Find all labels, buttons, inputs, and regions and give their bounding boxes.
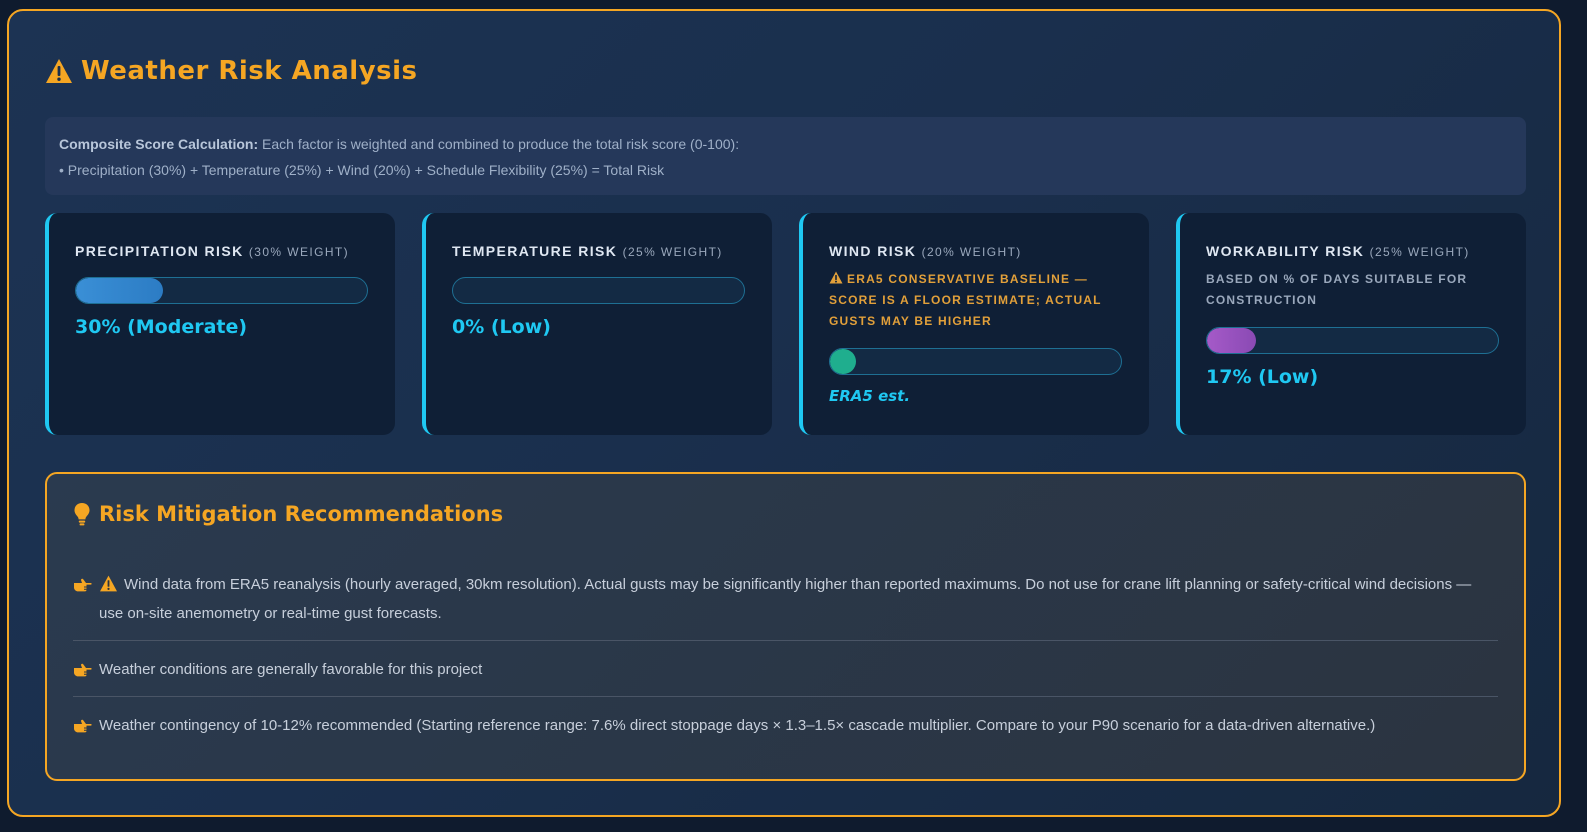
card-title-text: Workability Risk bbox=[1206, 243, 1365, 259]
recommendations-title: Risk Mitigation Recommendations bbox=[73, 502, 503, 526]
risk-progress-fill bbox=[830, 349, 856, 374]
list-item: Weather contingency of 10-12% recommende… bbox=[73, 697, 1498, 752]
precipitation-risk-card: Precipitation Risk (30% weight) 30% (Mod… bbox=[45, 213, 395, 435]
lightbulb-icon bbox=[74, 503, 90, 526]
weather-risk-panel: Weather Risk Analysis Composite Score Ca… bbox=[7, 9, 1561, 817]
workability-note: Based on % of days suitable for construc… bbox=[1206, 272, 1468, 307]
formula-description: Each factor is weighted and combined to … bbox=[258, 136, 740, 152]
wind-warning-text: ERA5 conservative baseline — score is a … bbox=[829, 272, 1102, 328]
recommendation-text: Weather conditions are generally favorab… bbox=[99, 661, 483, 678]
risk-value: 0% (Low) bbox=[452, 316, 551, 338]
recommendation-text: Weather contingency of 10-12% recommende… bbox=[99, 717, 1376, 734]
pointing-hand-icon bbox=[73, 655, 99, 684]
card-title: Temperature Risk (25% weight) bbox=[452, 243, 746, 259]
list-item: Wind data from ERA5 reanalysis (hourly a… bbox=[73, 566, 1498, 641]
workability-risk-card: Workability Risk (25% weight) Based on %… bbox=[1176, 213, 1526, 435]
recommendations-title-text: Risk Mitigation Recommendations bbox=[99, 502, 504, 526]
risk-value: 30% (Moderate) bbox=[75, 316, 248, 338]
risk-progress-fill bbox=[76, 278, 164, 303]
warning-icon bbox=[46, 59, 72, 83]
page-title: Weather Risk Analysis bbox=[45, 51, 418, 91]
card-weight: (25% weight) bbox=[1369, 245, 1470, 259]
risk-progress-bar bbox=[829, 348, 1122, 375]
formula-equation: • Precipitation (30%) + Temperature (25%… bbox=[59, 162, 665, 178]
warning-icon bbox=[100, 575, 117, 592]
card-title-text: Precipitation Risk bbox=[75, 243, 244, 259]
card-title-text: Wind Risk bbox=[829, 243, 917, 259]
card-title: Workability Risk (25% weight) bbox=[1206, 243, 1500, 259]
risk-value: 17% (Low) bbox=[1206, 366, 1319, 388]
pointing-hand-icon bbox=[73, 711, 99, 740]
risk-progress-fill bbox=[1207, 328, 1257, 353]
wind-risk-card: Wind Risk (20% weight) ERA5 conservative… bbox=[799, 213, 1149, 435]
formula-label: Composite Score Calculation: bbox=[59, 136, 259, 152]
risk-progress-bar bbox=[1206, 327, 1499, 354]
card-weight: (30% weight) bbox=[248, 245, 350, 259]
card-weight: (20% weight) bbox=[921, 245, 1022, 259]
risk-progress-bar bbox=[75, 277, 368, 304]
recommendation-text: Wind data from ERA5 reanalysis (hourly a… bbox=[99, 576, 1472, 622]
card-title: Wind Risk (20% weight) bbox=[829, 243, 1123, 259]
recommendations-list: Wind data from ERA5 reanalysis (hourly a… bbox=[73, 566, 1498, 752]
page-title-text: Weather Risk Analysis bbox=[81, 56, 418, 86]
risk-progress-bar bbox=[452, 277, 745, 304]
card-title: Precipitation Risk (30% weight) bbox=[75, 243, 369, 259]
card-weight: (25% weight) bbox=[622, 245, 723, 259]
composite-score-box: Composite Score Calculation: Each factor… bbox=[45, 117, 1526, 195]
wind-warning-note: ERA5 conservative baseline — score is a … bbox=[829, 269, 1123, 332]
list-item: Weather conditions are generally favorab… bbox=[73, 641, 1498, 697]
pointing-hand-icon bbox=[73, 570, 99, 599]
warning-icon bbox=[829, 271, 843, 284]
card-title-text: Temperature Risk bbox=[452, 243, 618, 259]
risk-mitigation-box: Risk Mitigation Recommendations Wind dat… bbox=[45, 472, 1526, 781]
risk-value: ERA5 est. bbox=[829, 387, 911, 405]
temperature-risk-card: Temperature Risk (25% weight) 0% (Low) bbox=[422, 213, 772, 435]
